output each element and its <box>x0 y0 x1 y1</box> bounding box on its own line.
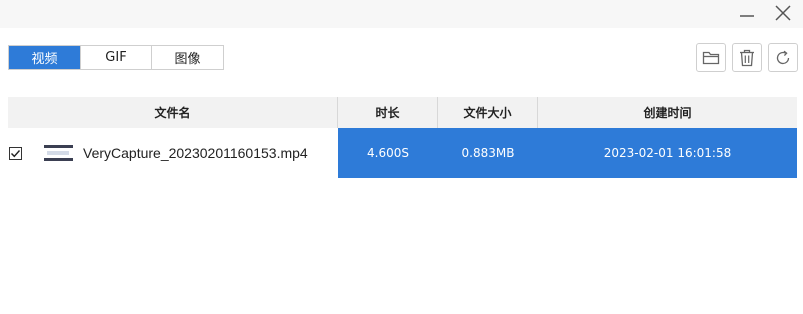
minimize-icon <box>740 15 754 17</box>
column-header-created[interactable]: 创建时间 <box>538 97 797 128</box>
table-header: 文件名 时长 文件大小 创建时间 <box>8 97 797 128</box>
open-folder-button[interactable] <box>696 43 726 72</box>
table-row[interactable]: VeryCapture_20230201160153.mp4 4.600S 0.… <box>8 128 797 178</box>
close-button[interactable] <box>765 0 801 26</box>
name-cell: VeryCapture_20230201160153.mp4 <box>8 128 338 178</box>
size-cell: 0.883MB <box>438 128 538 178</box>
video-thumbnail <box>42 143 75 163</box>
title-bar <box>0 0 803 28</box>
column-header-size[interactable]: 文件大小 <box>438 97 538 128</box>
folder-icon <box>702 51 720 64</box>
tab-video[interactable]: 视频 <box>9 46 81 69</box>
check-icon <box>11 149 21 157</box>
row-checkbox[interactable] <box>9 146 22 160</box>
tab-image[interactable]: 图像 <box>152 46 223 69</box>
close-icon <box>775 5 791 21</box>
refresh-button[interactable] <box>768 43 798 72</box>
column-header-duration[interactable]: 时长 <box>338 97 438 128</box>
duration-cell: 4.600S <box>338 128 438 178</box>
file-table: 文件名 时长 文件大小 创建时间 VeryCapture_20230201160… <box>8 97 797 178</box>
tab-gif[interactable]: GIF <box>81 46 152 69</box>
file-name: VeryCapture_20230201160153.mp4 <box>83 145 308 161</box>
refresh-icon <box>776 50 790 64</box>
trash-icon <box>740 49 754 66</box>
minimize-button[interactable] <box>729 0 765 26</box>
media-type-tabs: 视频 GIF 图像 <box>8 45 224 70</box>
created-cell: 2023-02-01 16:01:58 <box>538 128 797 178</box>
delete-button[interactable] <box>732 43 762 72</box>
column-header-name[interactable]: 文件名 <box>8 97 338 128</box>
